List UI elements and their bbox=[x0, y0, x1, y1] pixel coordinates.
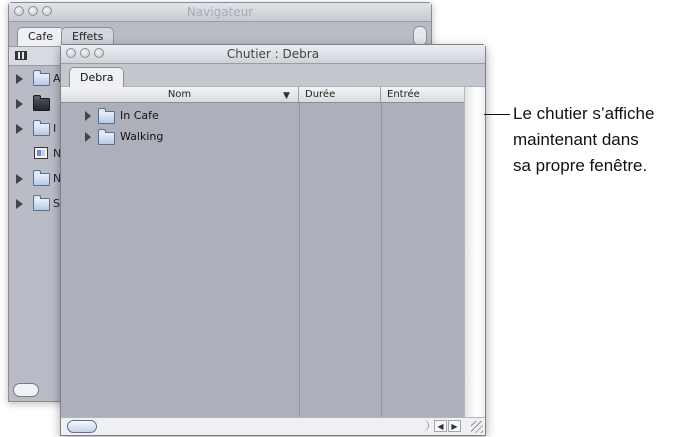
disclosure-triangle-icon[interactable] bbox=[16, 199, 23, 209]
resize-grip-icon[interactable] bbox=[471, 421, 483, 433]
bin-titlebar[interactable]: Chutier : Debra bbox=[61, 45, 485, 64]
navigator-title: Navigateur bbox=[186, 5, 254, 19]
item-name: Walking bbox=[120, 130, 164, 143]
disclosure-triangle-icon[interactable] bbox=[85, 132, 91, 142]
navigator-titlebar[interactable]: Navigateur bbox=[9, 3, 431, 22]
scroll-left-arrow-icon[interactable]: ◀ bbox=[434, 420, 447, 432]
column-header-name-label: Nom bbox=[167, 89, 192, 100]
sequence-icon bbox=[34, 147, 48, 159]
list-item-label: I bbox=[53, 122, 57, 135]
bin-title: Chutier : Debra bbox=[226, 47, 320, 61]
tab-cafe[interactable]: Cafe bbox=[17, 27, 65, 46]
disclosure-triangle-icon[interactable] bbox=[85, 111, 91, 121]
disclosure-triangle-icon[interactable] bbox=[16, 174, 23, 184]
column-header-in[interactable]: Entrée bbox=[381, 87, 465, 102]
callout-text: Le chutier s’affiche maintenant dans sa … bbox=[513, 101, 675, 179]
bin-window: Chutier : Debra Debra Nom ▼ Durée Entrée… bbox=[60, 44, 486, 436]
disclosure-triangle-icon[interactable] bbox=[16, 124, 23, 134]
clapper-icon[interactable] bbox=[15, 51, 27, 60]
horizontal-scroll-thumb[interactable] bbox=[13, 383, 39, 397]
tab-debra[interactable]: Debra bbox=[69, 67, 125, 87]
folder-icon bbox=[33, 195, 50, 211]
sort-descending-icon[interactable]: ▼ bbox=[283, 89, 290, 104]
column-divider bbox=[299, 103, 300, 417]
callout-line: maintenant dans bbox=[513, 130, 639, 149]
list-item-label: S bbox=[53, 197, 60, 210]
bin-content[interactable]: In Cafe Walking bbox=[61, 103, 466, 417]
horizontal-scrollbar[interactable]: ◀ ▶ bbox=[61, 417, 485, 435]
column-divider bbox=[381, 103, 382, 417]
navigator-tab-row: Cafe Effets bbox=[9, 23, 431, 46]
vertical-scrollbar[interactable] bbox=[464, 87, 485, 417]
callout-line: sa propre fenêtre. bbox=[513, 156, 648, 175]
folder-icon bbox=[33, 170, 50, 186]
folder-icon bbox=[33, 70, 50, 86]
bin-tab-row: Debra bbox=[61, 64, 485, 87]
horizontal-scroll-thumb[interactable] bbox=[67, 420, 97, 433]
column-header-duration[interactable]: Durée bbox=[299, 87, 381, 102]
folder-icon bbox=[33, 120, 50, 136]
scroll-right-arrow-icon[interactable]: ▶ bbox=[448, 420, 461, 432]
column-header-name[interactable]: Nom ▼ bbox=[61, 87, 299, 102]
table-row[interactable]: In Cafe bbox=[61, 106, 299, 126]
scroll-track-end bbox=[418, 420, 429, 431]
folder-icon bbox=[98, 129, 115, 145]
column-header-row: Nom ▼ Durée Entrée bbox=[61, 87, 465, 103]
toolbar-toggle-button[interactable] bbox=[413, 26, 427, 46]
open-folder-icon bbox=[33, 95, 50, 111]
folder-icon bbox=[98, 108, 115, 124]
callout-leader-line bbox=[484, 114, 510, 115]
disclosure-triangle-icon[interactable] bbox=[16, 74, 23, 84]
item-name: In Cafe bbox=[120, 109, 159, 122]
disclosure-triangle-icon[interactable] bbox=[16, 99, 23, 109]
callout-line: Le chutier s’affiche bbox=[513, 104, 655, 123]
table-row[interactable]: Walking bbox=[61, 127, 299, 147]
